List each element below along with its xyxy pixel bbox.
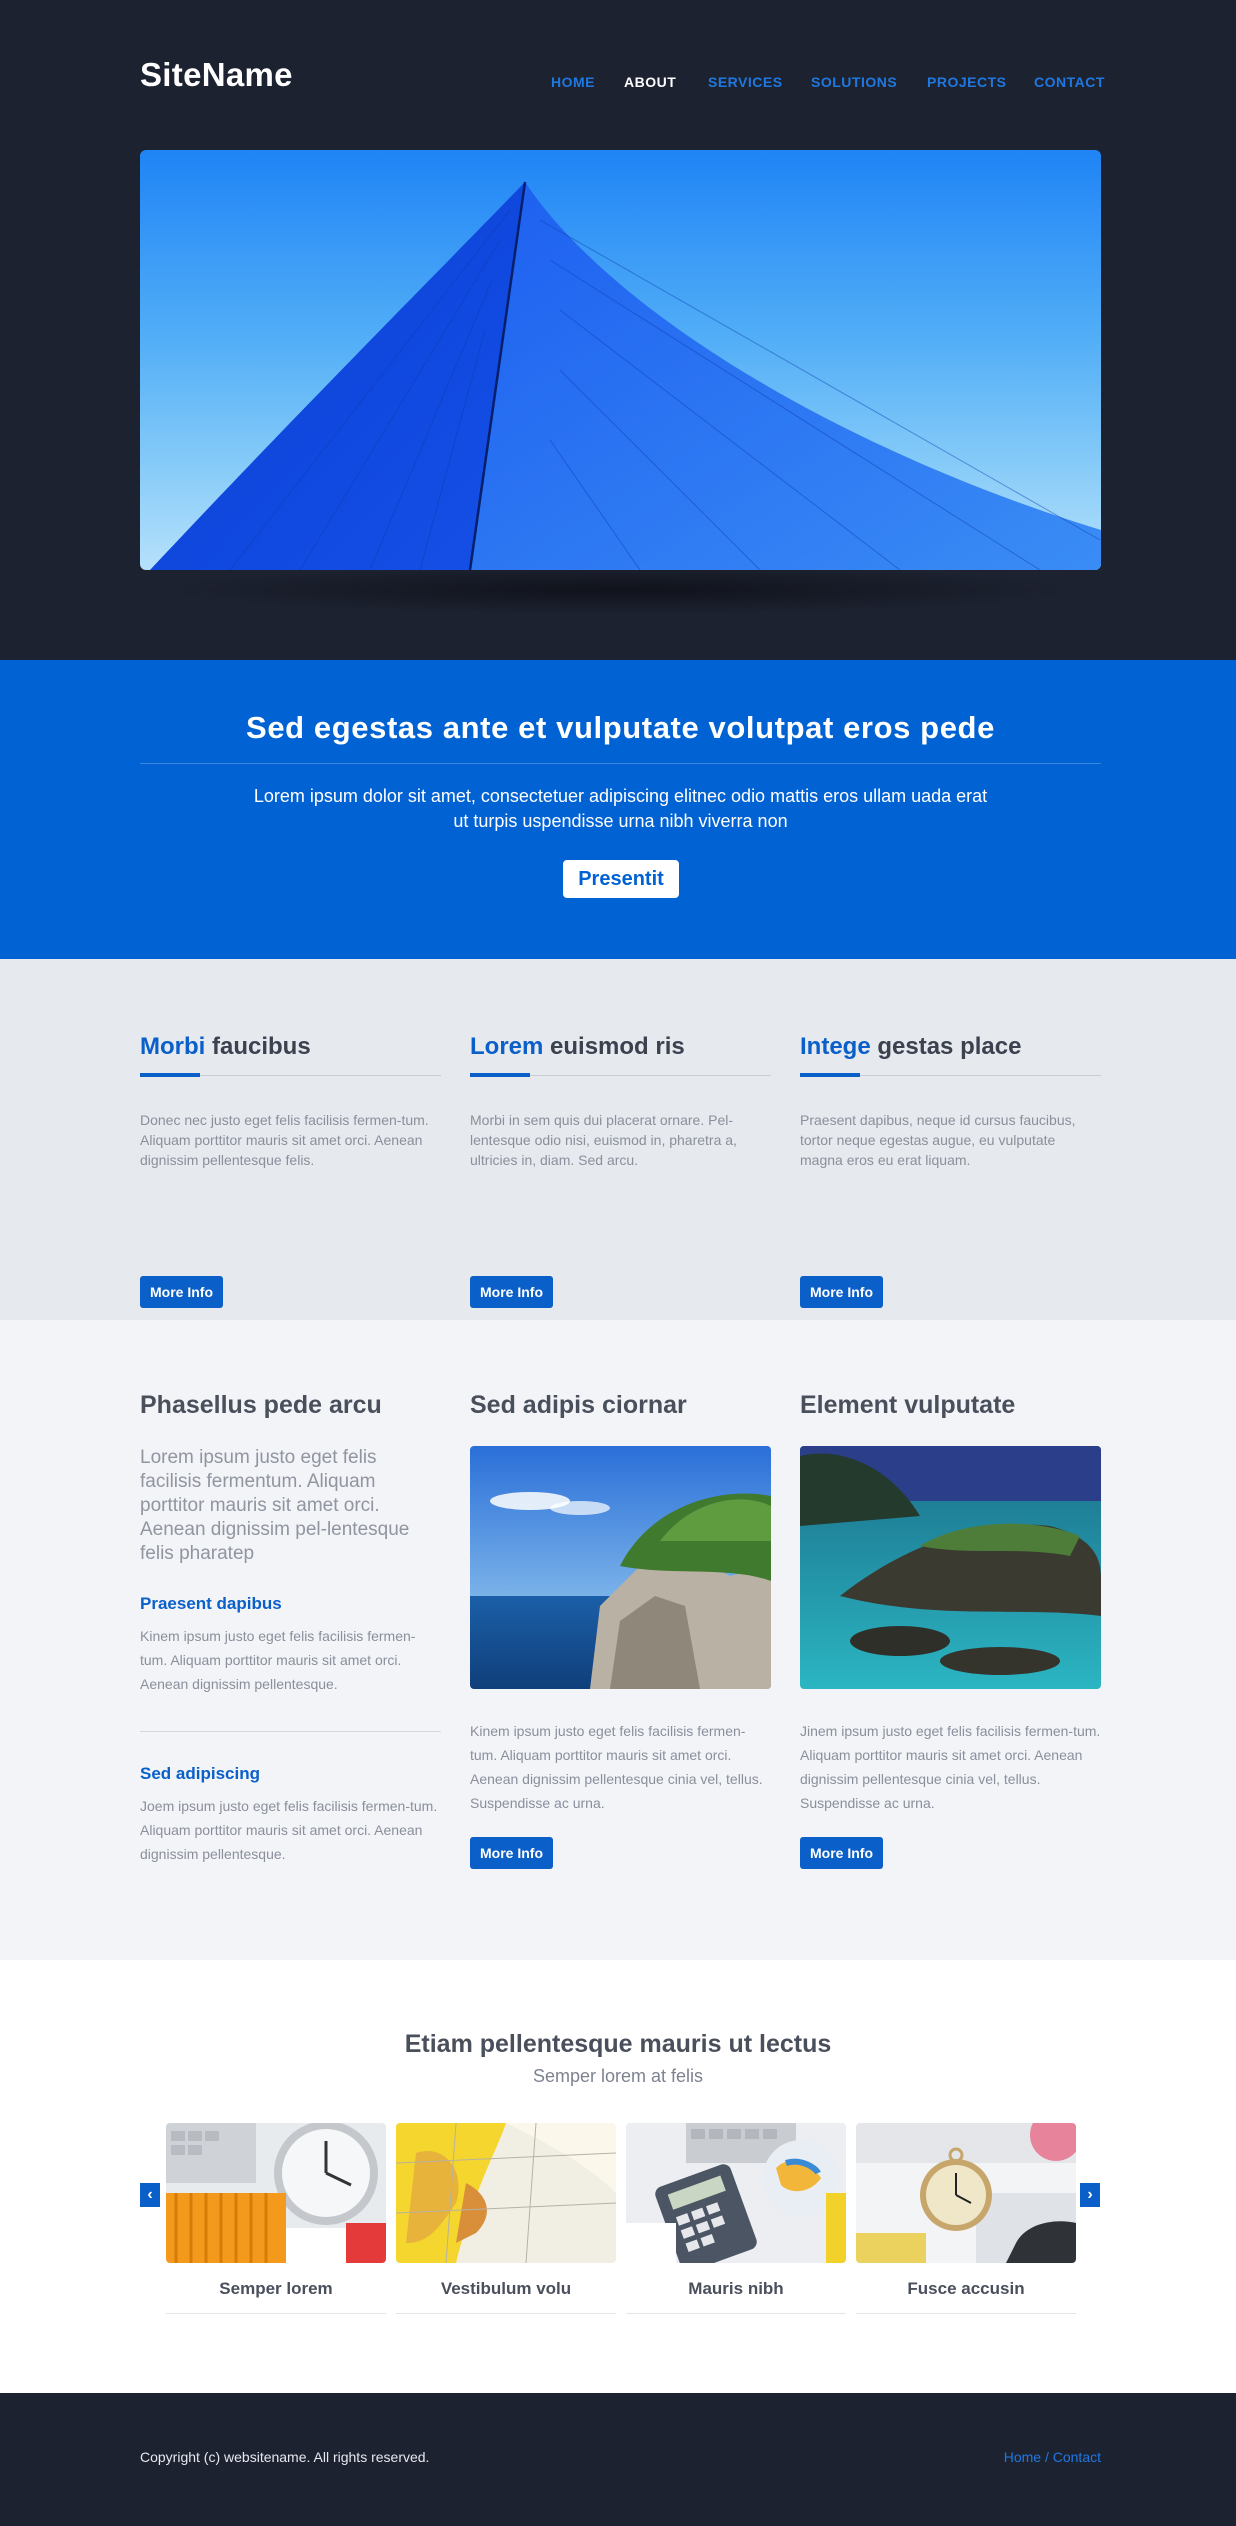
more-info-button[interactable]: More Info bbox=[470, 1837, 553, 1869]
promo-banner: Sed egestas ante et vulputate volutpat e… bbox=[0, 660, 1236, 959]
footer-link-home[interactable]: Home bbox=[1004, 2449, 1041, 2465]
column-text: Jinem ipsum justo eget felis facilisis f… bbox=[800, 1723, 1101, 1811]
sub-text: Joem ipsum justo eget felis facilisis fe… bbox=[140, 1798, 438, 1862]
lagoon-rocks-photo[interactable] bbox=[800, 1446, 1101, 1689]
feature-title-highlight: Intege bbox=[800, 1033, 871, 1060]
coast-cliff-photo[interactable] bbox=[470, 1446, 771, 1689]
sub-block: Praesent dapibus Kinem ipsum justo eget … bbox=[140, 1594, 441, 1696]
banner-text: Lorem ipsum dolor sit amet, consectetuer… bbox=[253, 786, 988, 831]
content-column-3: Element vulputate Jinem ipsum justo eget… bbox=[800, 1391, 1101, 1869]
column-title: Phasellus pede arcu bbox=[140, 1391, 382, 1419]
column-title: Sed adipis ciornar bbox=[470, 1391, 687, 1419]
feature-card: Lorem euismod ris Morbi in sem quis dui … bbox=[470, 1033, 771, 1308]
feature-text: Morbi in sem quis dui placerat ornare. P… bbox=[470, 1112, 737, 1168]
presentit-button[interactable]: Presentit bbox=[563, 860, 679, 898]
nav-solutions[interactable]: SOLUTIONS bbox=[811, 74, 897, 90]
feature-title-rest: gestas place bbox=[870, 1033, 1022, 1060]
column-divider bbox=[140, 1731, 441, 1732]
carousel-subtitle: Semper lorem at felis bbox=[532, 2066, 704, 2086]
sub-title-link[interactable]: Praesent dapibus bbox=[140, 1594, 441, 1614]
hero-shadow bbox=[150, 565, 1090, 615]
feature-title-rest: euismod ris bbox=[543, 1033, 685, 1060]
sub-title-link[interactable]: Sed adipiscing bbox=[140, 1764, 441, 1784]
content-column-2: Sed adipis ciornar Kinem ipsum justo ege… bbox=[470, 1391, 771, 1869]
sub-block: Sed adipiscing Joem ipsum justo eget fel… bbox=[140, 1764, 441, 1866]
carousel-section: Etiam pellentesque mauris ut lectus Semp… bbox=[0, 1960, 1236, 2393]
more-info-button[interactable]: More Info bbox=[140, 1276, 223, 1308]
footer-link-contact[interactable]: Contact bbox=[1053, 2449, 1101, 2465]
carousel-item[interactable]: Fusce accusin bbox=[856, 2123, 1076, 2314]
more-info-button[interactable]: More Info bbox=[800, 1276, 883, 1308]
footer: Copyright (c) websitename. All rights re… bbox=[0, 2393, 1236, 2526]
hero-image bbox=[140, 150, 1101, 570]
calculator-image[interactable] bbox=[626, 2123, 846, 2263]
carousel-prev-icon[interactable]: ‹ bbox=[140, 2183, 160, 2207]
carousel-caption: Mauris nibh bbox=[626, 2279, 846, 2314]
carousel-caption: Fusce accusin bbox=[856, 2279, 1076, 2314]
feature-title-highlight: Morbi bbox=[140, 1033, 206, 1060]
banner-divider bbox=[140, 763, 1101, 764]
features-section: Morbi faucibus Donec nec justo eget feli… bbox=[0, 959, 1236, 1320]
carousel-caption: Semper lorem bbox=[166, 2279, 386, 2314]
site-logo[interactable]: SiteName bbox=[140, 56, 293, 94]
carousel-next-icon[interactable]: › bbox=[1080, 2183, 1100, 2207]
nav-services[interactable]: SERVICES bbox=[708, 74, 783, 90]
feature-text: Donec nec justo eget felis facilisis fer… bbox=[140, 1112, 429, 1168]
footer-links: Home / Contact bbox=[1004, 2449, 1101, 2465]
content-section: Phasellus pede arcu Lorem ipsum justo eg… bbox=[0, 1320, 1236, 1960]
feature-title: Morbi faucibus bbox=[140, 1033, 441, 1077]
header: SiteName HOME ABOUT SERVICES SOLUTIONS P… bbox=[0, 0, 1236, 660]
column-title: Element vulputate bbox=[800, 1391, 1016, 1419]
clock-image[interactable] bbox=[166, 2123, 386, 2263]
nav-contact[interactable]: CONTACT bbox=[1034, 74, 1105, 90]
content-column-1: Phasellus pede arcu Lorem ipsum justo eg… bbox=[140, 1391, 441, 1866]
feature-title: Intege gestas place bbox=[800, 1033, 1101, 1077]
feature-title: Lorem euismod ris bbox=[470, 1033, 771, 1077]
carousel-item[interactable]: Vestibulum volu bbox=[396, 2123, 616, 2314]
copyright-text: Copyright (c) websitename. All rights re… bbox=[140, 2449, 430, 2465]
feature-text: Praesent dapibus, neque id cursus faucib… bbox=[800, 1112, 1076, 1168]
nav-projects[interactable]: PROJECTS bbox=[927, 74, 1006, 90]
banner-title: Sed egestas ante et vulputate volutpat e… bbox=[246, 710, 995, 745]
nav-home[interactable]: HOME bbox=[551, 74, 595, 90]
column-text: Kinem ipsum justo eget felis facilisis f… bbox=[470, 1723, 763, 1811]
more-info-button[interactable]: More Info bbox=[800, 1837, 883, 1869]
column-lead: Lorem ipsum justo eget felis facilisis f… bbox=[140, 1447, 410, 1564]
feature-title-rest: faucibus bbox=[205, 1033, 311, 1060]
sub-text: Kinem ipsum justo eget felis facilisis f… bbox=[140, 1628, 416, 1692]
feature-title-highlight: Lorem bbox=[470, 1033, 544, 1060]
carousel-title: Etiam pellentesque mauris ut lectus bbox=[404, 2030, 832, 2058]
more-info-button[interactable]: More Info bbox=[470, 1276, 553, 1308]
carousel-item[interactable]: Semper lorem bbox=[166, 2123, 386, 2314]
feature-card: Intege gestas place Praesent dapibus, ne… bbox=[800, 1033, 1101, 1308]
feature-card: Morbi faucibus Donec nec justo eget feli… bbox=[140, 1033, 441, 1308]
footer-link-separator: / bbox=[1041, 2449, 1053, 2465]
map-image[interactable] bbox=[396, 2123, 616, 2263]
carousel-caption: Vestibulum volu bbox=[396, 2279, 616, 2314]
pocket-watch-image[interactable] bbox=[856, 2123, 1076, 2263]
nav-about[interactable]: ABOUT bbox=[624, 74, 676, 90]
carousel-item[interactable]: Mauris nibh bbox=[626, 2123, 846, 2314]
